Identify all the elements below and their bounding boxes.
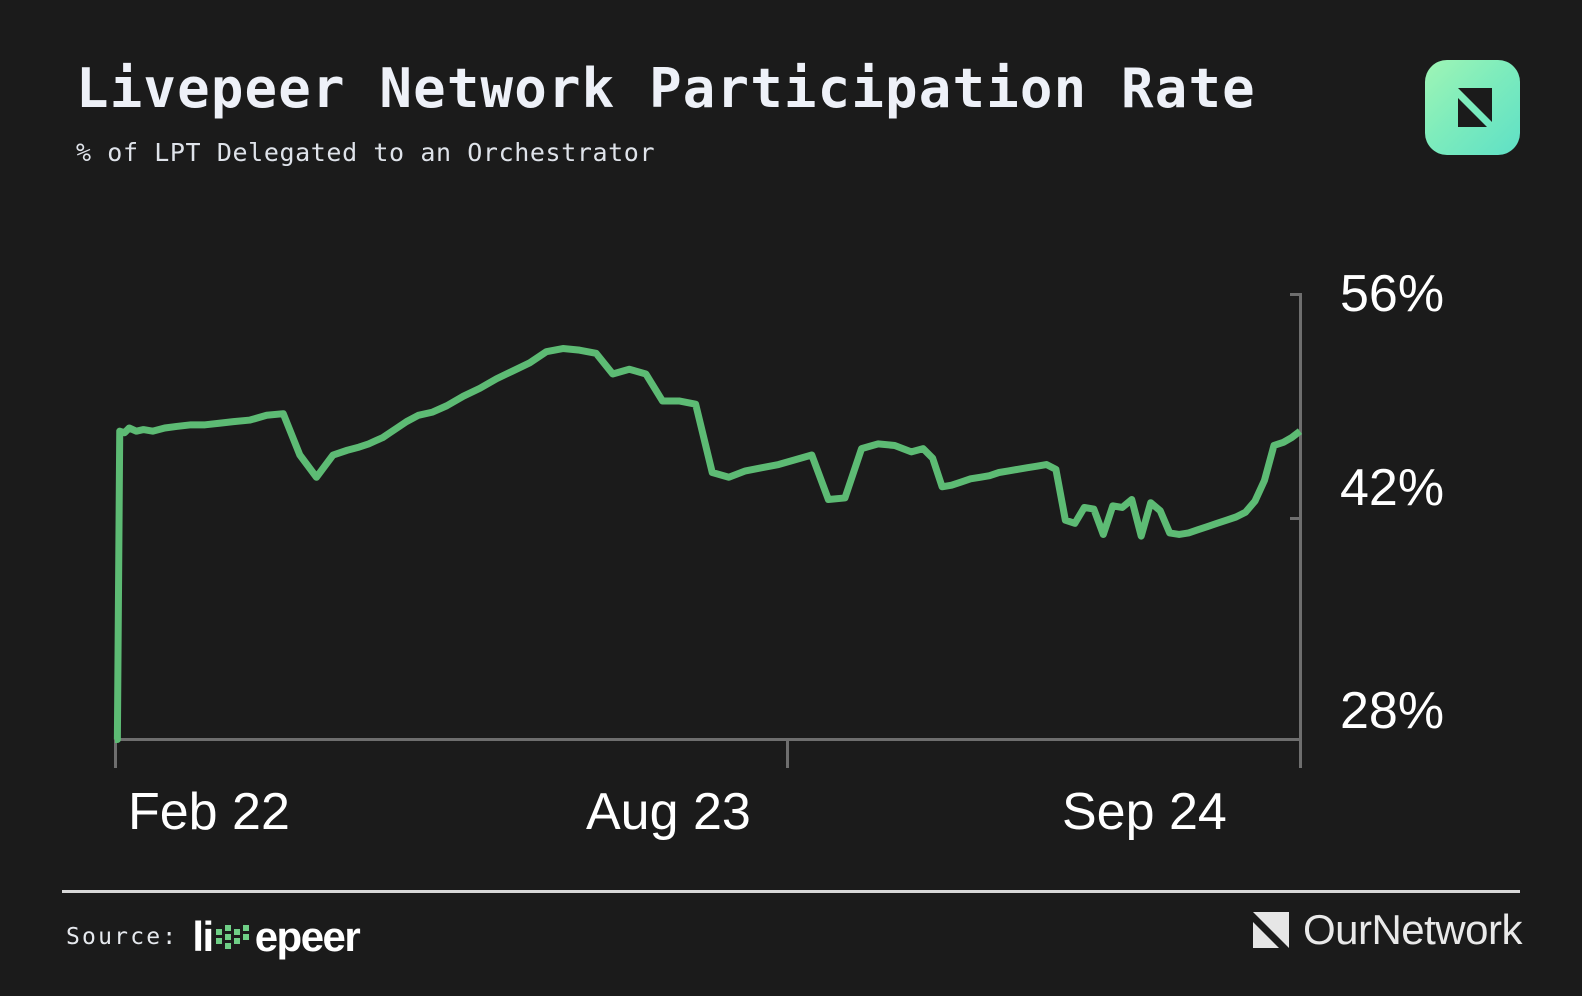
footer-divider (62, 890, 1520, 893)
livepeer-logo: li epeer (192, 913, 361, 960)
source-label: Source: (66, 924, 179, 950)
chart-line-series (113, 345, 1303, 743)
ournetwork-mark-icon (1249, 908, 1293, 952)
y-tick-label-0: 28% (1340, 682, 1445, 740)
source-attribution: Source: li epeer (66, 913, 361, 960)
livepeer-logo-prefix: li (192, 913, 214, 960)
ournetwork-attribution: OurNetwork (1249, 906, 1523, 953)
chart-axes (114, 293, 1302, 768)
livepeer-logo-suffix: epeer (254, 913, 361, 960)
x-tick-label-1: Aug 23 (586, 783, 751, 841)
y-tick-label-1: 42% (1340, 459, 1445, 517)
livepeer-v-dots-icon (214, 921, 254, 951)
ournetwork-wordmark: OurNetwork (1302, 906, 1523, 953)
x-tick-label-2: Sep 24 (1062, 783, 1227, 841)
x-tick-label-0: Feb 22 (128, 783, 290, 841)
y-tick-label-2: 56% (1340, 265, 1445, 323)
chart-card: Livepeer Network Participation Rate % of… (0, 0, 1582, 996)
chart-plot-area: 56% 42% 28% Feb 22 Aug 23 Sep 24 (0, 0, 1582, 996)
